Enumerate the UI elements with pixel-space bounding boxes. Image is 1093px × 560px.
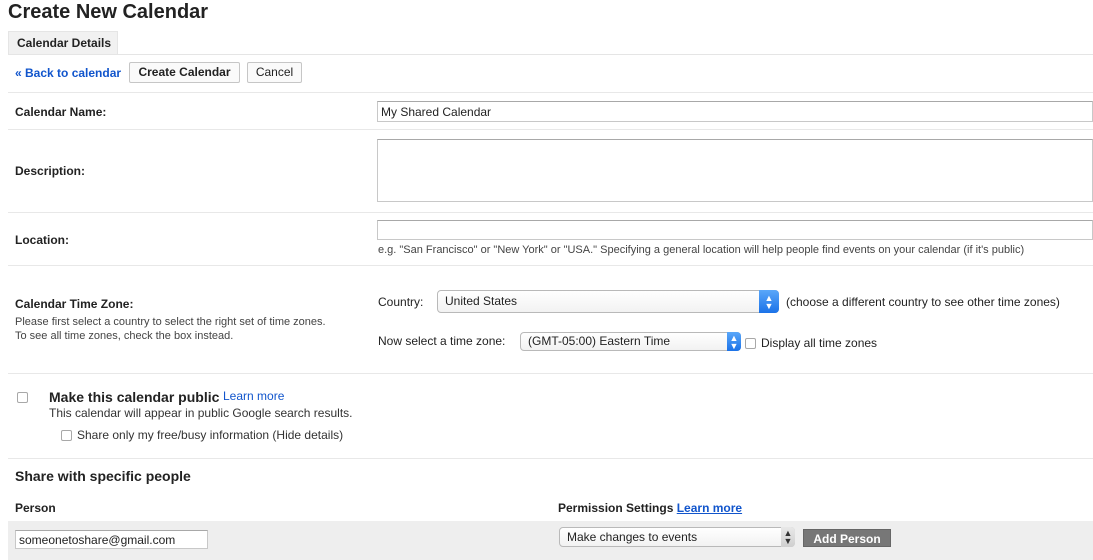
description-label: Description: <box>15 164 86 178</box>
calendar-name-input[interactable] <box>377 101 1093 122</box>
timezone-help-1: Please first select a country to select … <box>15 316 326 328</box>
country-select[interactable]: United States ▲ ▼ <box>437 290 779 313</box>
make-public-title: Make this calendar public <box>49 389 220 405</box>
create-calendar-button[interactable]: Create Calendar <box>129 62 240 83</box>
permission-learn-more-link[interactable]: Learn more <box>677 501 742 515</box>
freebusy-label: Share only my free/busy information (Hid… <box>77 428 344 442</box>
country-hint: (choose a different country to see other… <box>786 295 1060 309</box>
cancel-button[interactable]: Cancel <box>247 62 302 83</box>
location-input[interactable] <box>377 220 1093 240</box>
divider <box>8 129 1093 130</box>
display-all-timezones-label: Display all time zones <box>761 336 878 350</box>
description-textarea[interactable] <box>377 139 1093 202</box>
tab-calendar-details[interactable]: Calendar Details <box>8 31 118 54</box>
person-column-header: Person <box>15 501 56 515</box>
divider <box>8 92 1093 93</box>
divider <box>8 373 1093 374</box>
location-hint: e.g. "San Francisco" or "New York" or "U… <box>378 244 1025 256</box>
timezone-label: Calendar Time Zone: <box>15 297 134 311</box>
permission-column-header: Permission Settings Learn more <box>558 500 742 516</box>
timezone-help-2: To see all time zones, check the box ins… <box>15 330 234 342</box>
select-arrows-icon: ▲ ▼ <box>759 290 779 313</box>
calendar-name-label: Calendar Name: <box>15 105 107 119</box>
make-public-checkbox[interactable] <box>17 392 28 403</box>
select-arrows-icon: ▲ ▼ <box>727 332 741 351</box>
permission-select-value: Make changes to events <box>567 530 698 544</box>
freebusy-checkbox[interactable] <box>61 430 72 441</box>
add-person-button[interactable]: Add Person <box>803 529 891 547</box>
timezone-select-value: (GMT-05:00) Eastern Time <box>528 334 671 348</box>
select-arrows-icon: ▲ ▼ <box>781 527 795 547</box>
person-email-input[interactable] <box>15 530 208 549</box>
timezone-select-label: Now select a time zone: <box>378 334 506 348</box>
display-all-timezones-checkbox[interactable] <box>745 338 756 349</box>
country-select-value: United States <box>445 294 518 308</box>
location-label: Location: <box>15 233 69 247</box>
divider <box>8 458 1093 459</box>
timezone-select[interactable]: (GMT-05:00) Eastern Time ▲ ▼ <box>520 332 741 351</box>
back-to-calendar-link[interactable]: « Back to calendar <box>15 65 121 81</box>
permission-select[interactable]: Make changes to events ▲ ▼ <box>559 527 795 547</box>
make-public-subtitle: This calendar will appear in public Goog… <box>49 406 353 420</box>
tab-strip <box>8 32 1093 55</box>
permission-settings-label: Permission Settings <box>558 501 674 515</box>
divider <box>8 265 1093 266</box>
divider <box>8 212 1093 213</box>
share-heading: Share with specific people <box>15 468 191 484</box>
country-label: Country: <box>378 295 424 309</box>
page-title: Create New Calendar <box>8 1 209 23</box>
public-learn-more-link[interactable]: Learn more <box>223 388 284 404</box>
